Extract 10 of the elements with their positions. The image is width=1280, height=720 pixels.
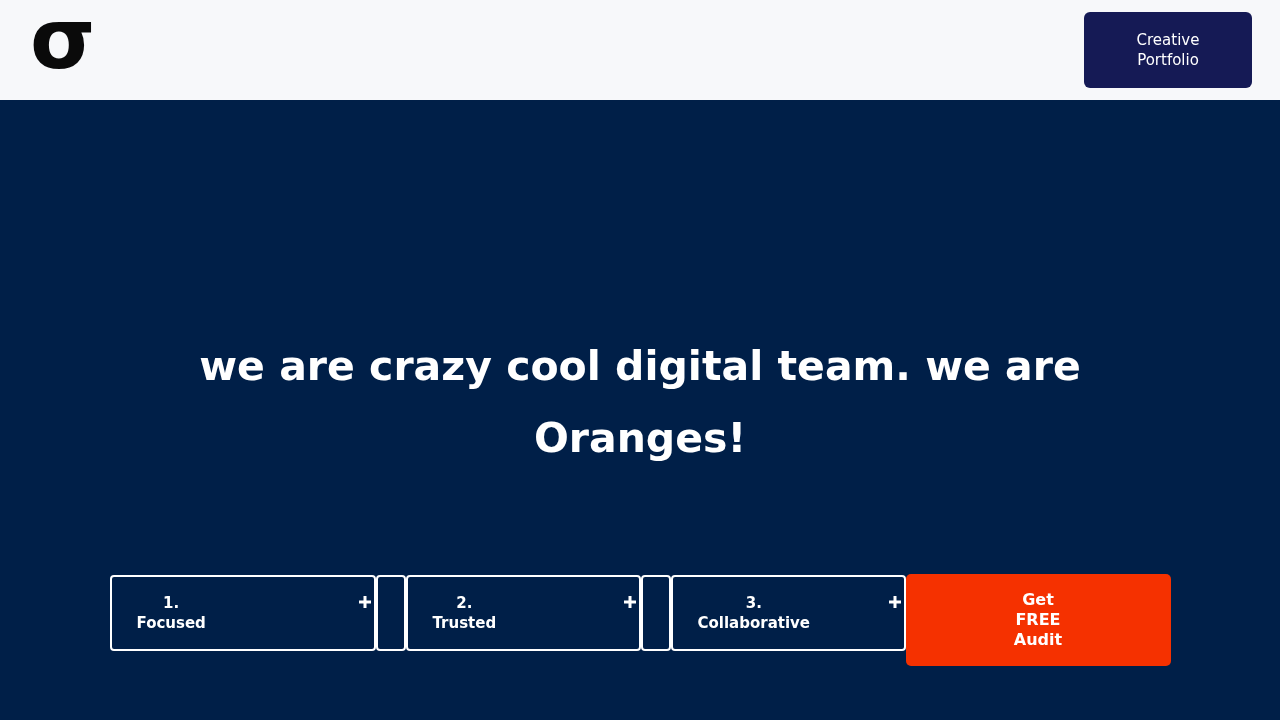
- portfolio-button[interactable]: Creative Portfolio: [1084, 12, 1252, 88]
- feature-tab[interactable]: 2. Trusted: [405, 575, 641, 651]
- audit-button[interactable]: Get FREE Audit: [905, 574, 1171, 666]
- plus-icon: [887, 595, 902, 609]
- logo: σ: [30, 0, 96, 81]
- plus-icon: [357, 595, 372, 609]
- plus-icon: [622, 595, 637, 609]
- feature-tab[interactable]: 3. Collaborative: [670, 575, 906, 651]
- headline: we are crazy cool digital team. we are Oranges!: [198, 341, 1082, 464]
- feature-tab[interactable]: 1. Focused: [109, 575, 376, 651]
